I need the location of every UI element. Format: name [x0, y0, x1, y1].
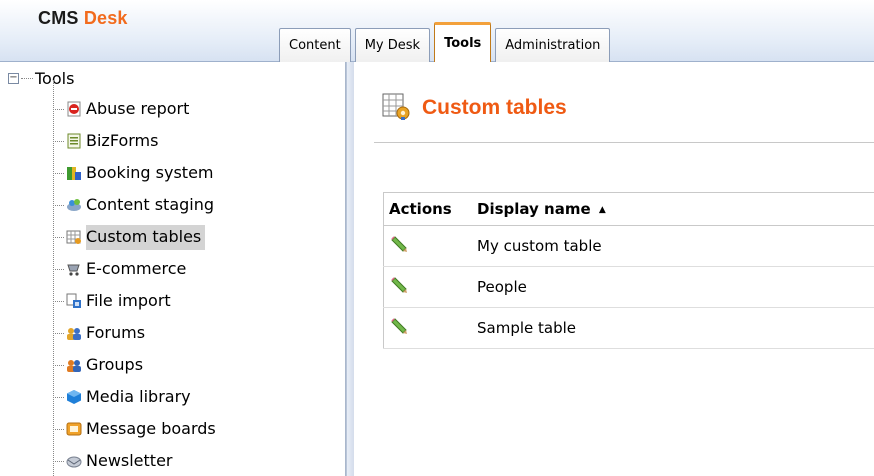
tree-connector [53, 204, 64, 206]
tree-item-media-library[interactable]: Media library [53, 383, 194, 411]
tree-connector [53, 300, 64, 302]
tree-item-groups[interactable]: Groups [53, 351, 146, 379]
custom-tables-icon [382, 91, 410, 125]
tree-item-e-commerce[interactable]: E-commerce [53, 255, 189, 283]
file-import-icon [66, 293, 82, 309]
title-divider [374, 142, 874, 143]
grid-header-row: Actions Display name ▲ [383, 192, 874, 226]
table-row: Sample table [383, 307, 874, 349]
tree-item-label: Message boards [86, 418, 216, 438]
logo-secondary: Desk [83, 8, 128, 28]
tree-item-label: E-commerce [86, 258, 187, 278]
tab-tools[interactable]: Tools [434, 22, 492, 62]
main-content: Custom tables Actions Display name ▲ My … [354, 62, 874, 476]
tree-item-bizforms[interactable]: BizForms [53, 127, 161, 155]
table-row: People [383, 266, 874, 308]
tree-connector [53, 140, 64, 142]
header: CMS Desk Content My Desk Tools Administr… [0, 0, 874, 62]
display-name-cell: People [472, 266, 874, 308]
tree-connector [53, 428, 64, 430]
tree-item-label: Groups [86, 354, 144, 374]
edit-pencil-icon[interactable] [390, 276, 408, 294]
tree-root-label[interactable]: Tools [35, 69, 74, 88]
page-title: Custom tables [422, 96, 567, 119]
e-commerce-icon [66, 261, 82, 277]
row-actions [383, 225, 472, 267]
booking-system-icon [66, 165, 82, 181]
row-actions [383, 307, 472, 349]
tree-item-label: BizForms [86, 130, 159, 150]
tree-item-label: Content staging [86, 194, 215, 214]
display-name-cell: Sample table [472, 307, 874, 349]
tree-item-forums[interactable]: Forums [53, 319, 148, 347]
table-row: My custom table [383, 225, 874, 267]
tree-connector [21, 77, 33, 79]
edit-pencil-icon[interactable] [390, 235, 408, 253]
groups-icon [66, 357, 82, 373]
content-staging-icon [66, 197, 82, 213]
tree-item-label: Abuse report [86, 98, 190, 118]
app-logo[interactable]: CMS Desk [38, 8, 128, 29]
custom-tables-icon [66, 229, 82, 245]
tree-item-content-staging[interactable]: Content staging [53, 191, 217, 219]
collapse-icon[interactable]: − [8, 72, 19, 84]
newsletter-icon [66, 453, 82, 469]
page-header: Custom tables [382, 92, 567, 124]
tree-item-label: Custom tables [86, 224, 206, 250]
row-actions [383, 266, 472, 308]
tree-item-label: File import [86, 290, 171, 310]
tree-item-label: Newsletter [86, 450, 173, 470]
panel-splitter[interactable] [346, 62, 354, 476]
tab-content[interactable]: Content [279, 28, 351, 62]
logo-primary: CMS [38, 8, 79, 28]
bizforms-icon [66, 133, 82, 149]
column-header-actions: Actions [383, 192, 472, 226]
tree-connector [53, 460, 64, 462]
tree-item-label: Forums [86, 322, 146, 342]
main-tabs: Content My Desk Tools Administration [279, 18, 614, 62]
tree-item-abuse-report[interactable]: Abuse report [53, 95, 192, 123]
tab-my-desk[interactable]: My Desk [354, 28, 431, 62]
custom-tables-grid: Actions Display name ▲ My custom table P… [383, 192, 874, 349]
tree-item-message-boards[interactable]: Message boards [53, 415, 219, 443]
column-header-display-name[interactable]: Display name ▲ [472, 192, 874, 226]
tools-tree-panel: − Tools Abuse report BizForms Booking sy… [0, 62, 346, 476]
display-name-cell: My custom table [472, 225, 874, 267]
tree-item-label: Media library [86, 386, 191, 406]
media-library-icon [66, 389, 82, 405]
tree-item-file-import[interactable]: File import [53, 287, 174, 315]
tree-connector [53, 236, 64, 238]
tree-connector [53, 364, 64, 366]
tree-connector [53, 108, 64, 110]
tab-administration[interactable]: Administration [495, 28, 611, 62]
tree-item-booking-system[interactable]: Booking system [53, 159, 217, 187]
forums-icon [66, 325, 82, 341]
tree-root: − Tools [8, 68, 74, 88]
message-boards-icon [66, 421, 82, 437]
edit-pencil-icon[interactable] [390, 317, 408, 335]
column-header-label: Actions [389, 200, 452, 218]
column-header-label: Display name [477, 200, 591, 218]
tree-item-custom-tables[interactable]: Custom tables [53, 223, 206, 251]
tree-item-newsletter[interactable]: Newsletter [53, 447, 176, 475]
tree-connector [53, 268, 64, 270]
tree-connector [53, 396, 64, 398]
tree-connector [53, 332, 64, 334]
abuse-report-icon [66, 101, 82, 117]
tree-item-label: Booking system [86, 162, 214, 182]
sort-ascending-icon: ▲ [598, 205, 606, 215]
tree-connector [53, 172, 64, 174]
